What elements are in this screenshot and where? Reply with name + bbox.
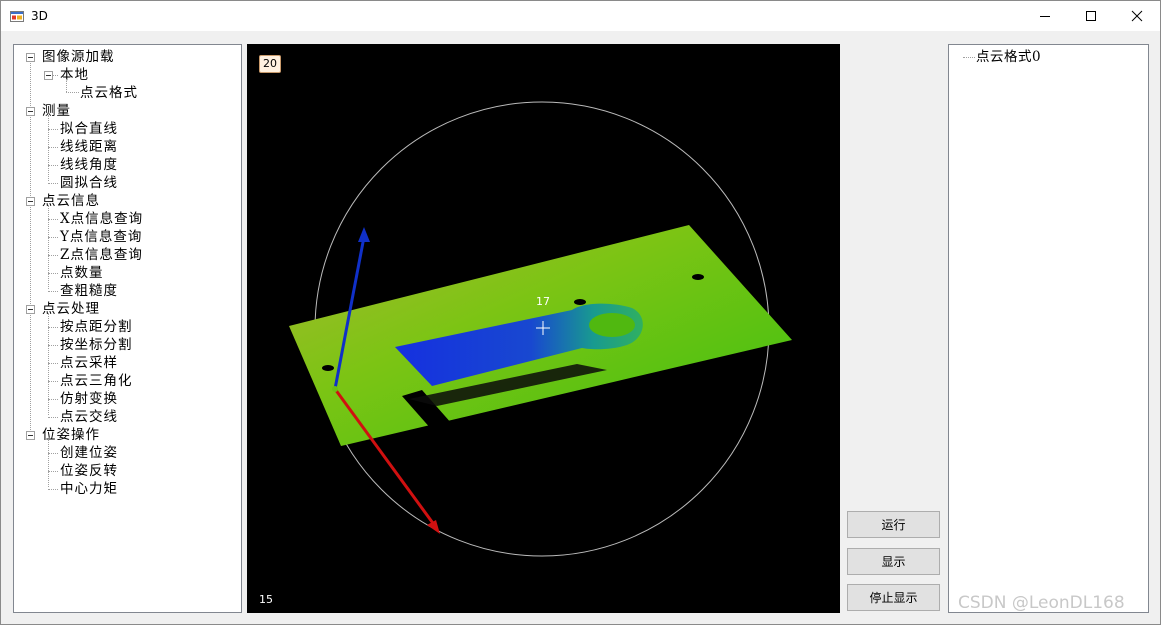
result-item-point-cloud-format-0[interactable]: 点云格式0 <box>976 48 1041 66</box>
plate-hole-2 <box>692 274 704 280</box>
collapse-icon[interactable] <box>26 431 35 440</box>
maximize-button[interactable] <box>1068 1 1114 31</box>
part-ring-hole <box>589 313 635 337</box>
collapse-icon[interactable] <box>26 107 35 116</box>
tree-item-circle-fit[interactable]: 圆拟合线 <box>60 174 118 192</box>
axis-origin <box>332 386 338 392</box>
minimize-button[interactable] <box>1022 1 1068 31</box>
tree-item-local[interactable]: 本地 <box>60 66 89 84</box>
tree-item-split-by-coordinate[interactable]: 按坐标分割 <box>60 336 133 354</box>
tree-item-triangulation[interactable]: 点云三角化 <box>60 372 133 390</box>
tree-item-point-count[interactable]: 点数量 <box>60 264 104 282</box>
viewport-center-label: 17 <box>536 295 550 308</box>
tree-group-cloud-info[interactable]: 点云信息 <box>42 192 100 210</box>
tree-group-cloud-processing[interactable]: 点云处理 <box>42 300 100 318</box>
tree-item-cloud-sampling[interactable]: 点云采样 <box>60 354 118 372</box>
plate-hole-1 <box>574 299 586 305</box>
title-bar[interactable]: 3D <box>1 1 1160 31</box>
3d-viewport[interactable]: 20 17 15 <box>247 44 840 613</box>
plate-hole-3 <box>322 365 334 371</box>
tree-item-x-query[interactable]: X点信息查询 <box>60 210 143 228</box>
close-button[interactable] <box>1114 1 1160 31</box>
app-icon <box>10 9 24 23</box>
minimize-icon <box>1040 16 1050 17</box>
collapse-icon[interactable] <box>26 53 35 62</box>
axis-z-arrow <box>358 227 370 242</box>
tree-item-split-by-distance[interactable]: 按点距分割 <box>60 318 133 336</box>
close-icon <box>1131 10 1143 22</box>
show-button[interactable]: 显示 <box>847 548 940 575</box>
tree-item-create-pose[interactable]: 创建位姿 <box>60 444 118 462</box>
tree-item-affine-transform[interactable]: 仿射变换 <box>60 390 118 408</box>
tree-group-image-source[interactable]: 图像源加载 <box>42 48 115 66</box>
tree-item-z-query[interactable]: Z点信息查询 <box>60 246 143 264</box>
tree-item-line-distance[interactable]: 线线距离 <box>60 138 118 156</box>
tree-item-y-query[interactable]: Y点信息查询 <box>60 228 142 246</box>
point-cloud-render <box>289 101 792 557</box>
result-tree[interactable]: 点云格式0 <box>948 44 1149 613</box>
tree-group-measure[interactable]: 测量 <box>42 102 71 120</box>
viewport-bottom-label: 15 <box>259 593 273 606</box>
stop-show-button[interactable]: 停止显示 <box>847 584 940 611</box>
window-title: 3D <box>31 9 48 23</box>
tool-tree[interactable]: 图像源加载 本地 点云格式 测量 拟合直线 线线距离 线线角度 圆拟合线 点云信… <box>13 44 242 613</box>
tree-item-center-moment[interactable]: 中心力矩 <box>60 480 118 498</box>
tree-item-fit-line[interactable]: 拟合直线 <box>60 120 118 138</box>
run-button[interactable]: 运行 <box>847 511 940 538</box>
tree-item-line-angle[interactable]: 线线角度 <box>60 156 118 174</box>
tree-item-cloud-intersection[interactable]: 点云交线 <box>60 408 118 426</box>
main-window: 3D 图像源加载 本地 点云格式 测量 拟合直线 线线距离 线线角度 圆拟合线 … <box>0 0 1161 625</box>
maximize-icon <box>1086 11 1096 21</box>
tree-item-point-cloud-format[interactable]: 点云格式 <box>80 84 138 102</box>
watermark-text: CSDN @LeonDL168 <box>958 593 1125 613</box>
collapse-icon[interactable] <box>26 197 35 206</box>
collapse-icon[interactable] <box>26 305 35 314</box>
tree-item-roughness[interactable]: 查粗糙度 <box>60 282 118 300</box>
axis-x-arrow <box>427 520 440 534</box>
tree-item-invert-pose[interactable]: 位姿反转 <box>60 462 118 480</box>
tree-group-pose-ops[interactable]: 位姿操作 <box>42 426 100 444</box>
viewport-badge: 20 <box>259 55 281 73</box>
